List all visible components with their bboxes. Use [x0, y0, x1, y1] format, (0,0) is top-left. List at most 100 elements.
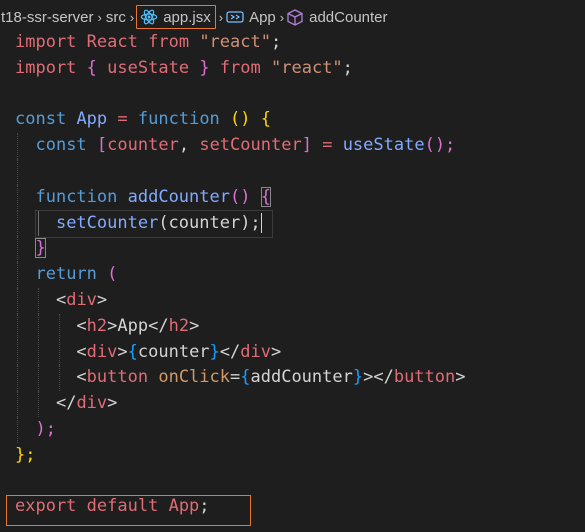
keyword: import: [15, 57, 77, 78]
brace: }: [199, 57, 210, 78]
indent-guide: [17, 365, 19, 392]
tag-bracket: <: [55, 289, 67, 310]
attribute: onClick: [158, 367, 230, 388]
method-cube-icon: [287, 8, 303, 26]
indent-guide: [38, 313, 40, 340]
tag-bracket: >: [117, 341, 128, 362]
indent-guide: [17, 236, 19, 263]
string: "react": [271, 57, 343, 78]
code-line-1: import React from "react";: [0, 30, 585, 56]
brace: }: [209, 341, 220, 362]
tag-bracket: </: [219, 341, 241, 362]
tag-name: h2: [168, 315, 190, 336]
brace: {: [260, 109, 272, 130]
tag-bracket: ></: [363, 367, 394, 388]
punctuation: ,: [178, 135, 190, 156]
indent-guide: [38, 339, 40, 366]
punctuation: );: [35, 418, 56, 439]
parens: (: [107, 264, 118, 285]
code-editor[interactable]: t18-ssr-server › src › app.jsx › App › a…: [0, 0, 585, 532]
tag-name: h2: [86, 315, 108, 336]
matched-brace: }: [35, 238, 46, 259]
identifier: setCounter: [199, 135, 302, 156]
identifier: React: [86, 32, 138, 52]
code-line-13: <div>{counter}</div>: [0, 339, 585, 366]
breadcrumb-subfolder[interactable]: src: [105, 9, 127, 26]
brace: {: [127, 341, 138, 362]
code-line-11: <div>: [0, 287, 585, 314]
code-line-4: const App = function () {: [0, 107, 585, 133]
code-line-2: import { useState } from "react";: [0, 56, 585, 82]
code-content[interactable]: import React from "react"; import { useS…: [0, 30, 585, 520]
breadcrumb-symbol-addcounter[interactable]: addCounter: [308, 9, 388, 26]
keyword: from: [148, 32, 190, 52]
function-call: useState: [342, 135, 425, 156]
brace: {: [86, 57, 97, 78]
bracket: [: [96, 135, 108, 156]
indent-guide: [38, 391, 40, 417]
chevron-right-icon: ›: [279, 9, 285, 25]
operator: =: [322, 135, 333, 156]
punctuation: ;: [270, 32, 282, 52]
code-line-16: );: [0, 416, 585, 443]
breadcrumb-file[interactable]: app.jsx: [136, 5, 216, 29]
code-line-6: [0, 158, 585, 185]
tag-bracket: >: [96, 289, 108, 310]
bracket: ]: [301, 135, 312, 156]
operator: =: [117, 109, 128, 130]
jsx-text: App: [117, 315, 149, 336]
punctuation: ;: [342, 57, 353, 78]
indent-guide: [17, 313, 19, 340]
tag-bracket: >: [107, 315, 118, 336]
tag-name: button: [393, 367, 456, 388]
identifier: useState: [107, 57, 190, 78]
tag-name: div: [76, 393, 108, 414]
react-atom-icon: [140, 8, 158, 26]
tag-bracket: </: [55, 393, 77, 414]
tag-name: div: [240, 341, 271, 362]
tag-bracket: >: [455, 367, 466, 388]
identifier: App: [76, 109, 108, 130]
string: "react": [199, 32, 271, 52]
keyword: const: [35, 135, 87, 156]
symbol-variable-icon: [226, 10, 244, 24]
indent-guide: [59, 365, 61, 392]
current-line-box: [35, 210, 273, 238]
parens: ();: [424, 135, 456, 156]
matched-brace: {: [260, 186, 271, 207]
keyword: import: [15, 32, 77, 52]
indent-guide: [17, 287, 19, 314]
indent-guide: [59, 313, 61, 340]
indent-guide: [17, 184, 19, 211]
indent-guide: [17, 262, 19, 288]
chevron-right-icon: ›: [218, 9, 224, 25]
brace: }: [352, 367, 364, 388]
indent-guide: [17, 391, 19, 417]
breadcrumb: t18-ssr-server › src › app.jsx › App › a…: [0, 5, 585, 29]
tag-bracket: >: [107, 393, 118, 414]
identifier: counter: [107, 135, 179, 156]
punctuation: };: [15, 444, 36, 465]
indent-guide: [38, 287, 40, 314]
keyword: from: [219, 57, 261, 78]
code-line-7: function addCounter() {: [0, 184, 585, 211]
breadcrumb-file-label: app.jsx: [163, 8, 211, 26]
chevron-right-icon: ›: [129, 9, 135, 25]
tag-bracket: <: [76, 341, 87, 362]
brace: {: [240, 367, 251, 388]
tag-bracket: <: [76, 367, 87, 388]
tag-name: div: [86, 341, 118, 362]
indent-guide: [38, 365, 40, 392]
export-highlight-box: [6, 495, 251, 526]
operator: =: [230, 367, 241, 388]
indent-guide: [17, 210, 19, 237]
breadcrumb-folder[interactable]: t18-ssr-server: [0, 9, 95, 26]
indent-guide: [17, 339, 19, 366]
tag-bracket: >: [189, 315, 200, 336]
breadcrumb-symbol-app[interactable]: App: [248, 9, 277, 26]
identifier: addCounter: [250, 367, 353, 388]
tag-bracket: </: [148, 315, 169, 336]
code-line-17: };: [0, 443, 585, 469]
